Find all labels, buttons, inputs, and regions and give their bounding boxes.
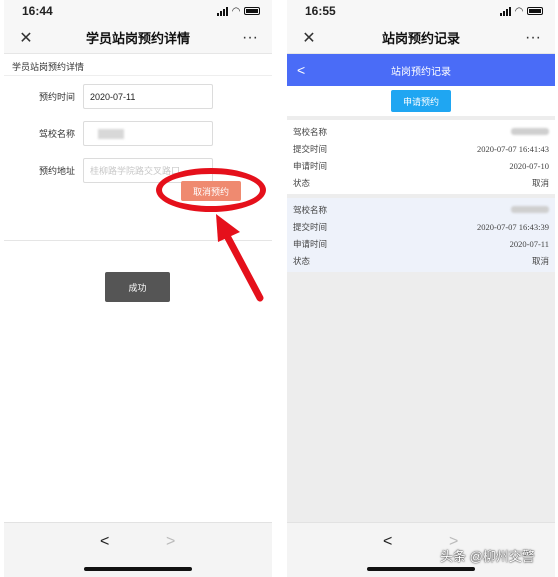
status-icons: ◠ <box>217 6 260 17</box>
apply-reservation-button[interactable]: 申请预约 <box>391 90 451 112</box>
home-indicator[interactable] <box>367 567 475 571</box>
blurred-school-name <box>511 128 549 135</box>
records-header: < 站岗预约记录 <box>287 54 555 86</box>
title-bar: ✕ 学员站岗预约详情 ··· <box>4 22 272 54</box>
left-phone-screen: 16:44 ◠ ✕ 学员站岗预约详情 ··· 学员站岗预约详情 预约时间 202… <box>4 0 272 577</box>
status-bar: 16:55 ◠ <box>287 0 555 22</box>
status-value: 取消 <box>531 255 549 266</box>
field-label: 状态 <box>293 177 311 188</box>
cancel-reservation-button[interactable]: 取消预约 <box>181 181 241 201</box>
success-toast: 成功 <box>105 272 170 302</box>
status-value: 取消 <box>531 177 549 188</box>
more-icon[interactable]: ··· <box>240 29 260 47</box>
signal-icon <box>217 6 229 16</box>
red-arrow-annotation <box>216 214 264 302</box>
signal-icon <box>500 6 512 16</box>
record-card[interactable]: 驾校名称 提交时间 2020-07-07 16:41:43 申请时间 2020-… <box>287 120 555 194</box>
right-phone-screen: 16:55 ◠ ✕ 站岗预约记录 ··· < 站岗预约记录 申请预约 驾校名称 … <box>287 0 555 577</box>
screen-divider <box>272 0 287 577</box>
field-value: 2020-07-07 16:41:43 <box>476 143 549 154</box>
blurred-school-name <box>511 206 549 213</box>
time-field[interactable]: 2020-07-11 <box>83 84 213 109</box>
apply-bar: 申请预约 <box>287 86 555 116</box>
watermark: 头条 @柳州交警 <box>440 549 535 564</box>
page-title: 学员站岗预约详情 <box>85 31 190 46</box>
battery-icon <box>527 7 543 15</box>
school-label: 驾校名称 <box>38 129 75 139</box>
back-icon[interactable]: < <box>297 62 317 78</box>
address-label: 预约地址 <box>38 166 75 176</box>
battery-icon <box>244 7 260 15</box>
field-label: 状态 <box>293 255 311 266</box>
record-field-status: 状态 取消 <box>293 174 549 191</box>
status-bar: 16:44 ◠ <box>4 0 272 22</box>
field-label: 提交时间 <box>293 143 328 154</box>
record-field-school: 驾校名称 <box>293 201 549 218</box>
wifi-icon: ◠ <box>232 5 240 17</box>
record-field-apply: 申请时间 2020-07-10 <box>293 157 549 174</box>
bottom-nav-bar: < > <box>4 522 272 577</box>
field-label: 申请时间 <box>293 238 328 249</box>
form-row-school: 驾校名称 <box>4 121 272 146</box>
cancel-highlight: 取消预约 <box>156 168 266 212</box>
section-title: 学员站岗预约详情 <box>4 54 272 76</box>
field-value: 2020-07-10 <box>509 160 549 171</box>
status-icons: ◠ <box>500 6 543 17</box>
record-field-submit: 提交时间 2020-07-07 16:41:43 <box>293 140 549 157</box>
back-nav-icon[interactable]: < <box>100 533 109 551</box>
home-indicator[interactable] <box>84 567 192 571</box>
title-bar: ✕ 站岗预约记录 ··· <box>287 22 555 54</box>
close-icon[interactable]: ✕ <box>299 28 319 48</box>
record-field-apply: 申请时间 2020-07-11 <box>293 235 549 252</box>
back-nav-icon[interactable]: < <box>383 533 392 551</box>
record-field-school: 驾校名称 <box>293 123 549 140</box>
wifi-icon: ◠ <box>515 5 523 17</box>
page-title: 站岗预约记录 <box>381 31 460 46</box>
status-time: 16:55 <box>305 4 336 18</box>
field-label: 驾校名称 <box>293 126 328 137</box>
record-card[interactable]: 驾校名称 提交时间 2020-07-07 16:43:39 申请时间 2020-… <box>287 198 555 272</box>
field-label: 提交时间 <box>293 221 328 232</box>
field-label: 驾校名称 <box>293 204 328 215</box>
forward-nav-icon[interactable]: > <box>166 533 175 551</box>
school-field[interactable] <box>83 121 213 146</box>
record-field-submit: 提交时间 2020-07-07 16:43:39 <box>293 218 549 235</box>
more-icon[interactable]: ··· <box>523 29 543 47</box>
blurred-school-name <box>98 128 124 139</box>
close-icon[interactable]: ✕ <box>16 28 36 48</box>
records-header-title: 站岗预约记录 <box>391 66 451 78</box>
field-value: 2020-07-07 16:43:39 <box>476 221 549 232</box>
field-value: 2020-07-11 <box>509 238 549 249</box>
record-field-status: 状态 取消 <box>293 252 549 269</box>
field-label: 申请时间 <box>293 160 328 171</box>
status-time: 16:44 <box>22 4 53 18</box>
time-label: 预约时间 <box>38 92 75 102</box>
form-row-time: 预约时间 2020-07-11 <box>4 84 272 109</box>
